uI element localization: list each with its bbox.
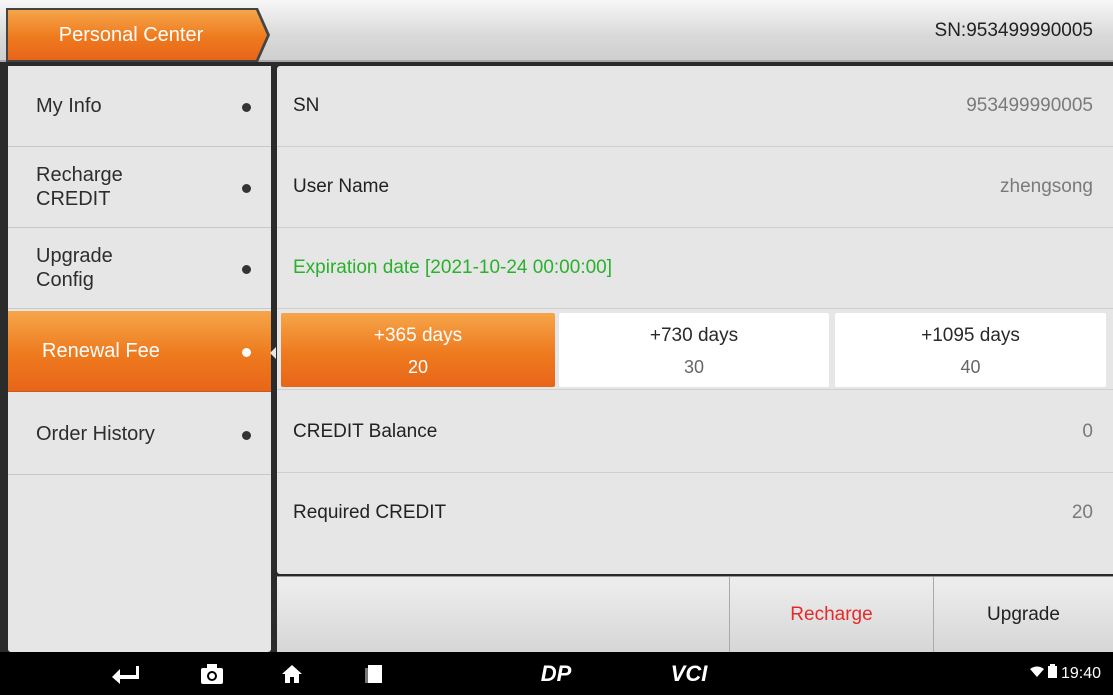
action-bar: Recharge Upgrade (277, 576, 1113, 653)
title-bar: Personal Center SN:953499990005 (0, 0, 1113, 62)
renewal-option-1095[interactable]: +1095 days 40 (835, 313, 1106, 387)
username-value: zhengsong (1000, 176, 1093, 197)
page-title: Personal Center (58, 24, 204, 46)
sn-value: 953499990005 (966, 95, 1093, 116)
clock: 19:40 (1060, 664, 1101, 682)
option-days: +730 days (649, 325, 739, 346)
option-days: +365 days (373, 325, 463, 346)
sidebar-item-my-info[interactable]: My Info (8, 66, 271, 147)
sidebar-item-label: Recharge CREDIT (36, 164, 123, 210)
sidebar-item-label: My Info (36, 95, 102, 117)
option-credit: 20 (407, 357, 429, 377)
credit-balance-row: CREDIT Balance 0 (277, 392, 1113, 473)
option-credit: 30 (683, 357, 705, 377)
back-icon[interactable] (100, 652, 150, 695)
option-days: +1095 days (921, 325, 1020, 346)
required-credit-value: 20 (1071, 502, 1093, 523)
home-icon[interactable] (272, 652, 312, 695)
expiration-row: Expiration date [2021-10-24 00:00:00] (277, 228, 1113, 309)
sidebar-item-renewal-fee[interactable]: Renewal Fee (8, 311, 271, 392)
sidebar-item-upgrade-config[interactable]: Upgrade Config (8, 228, 271, 309)
sidebar-item-label: Renewal Fee (42, 340, 160, 362)
renewal-option-730[interactable]: +730 days 30 (559, 313, 829, 387)
recharge-button[interactable]: Recharge (729, 577, 933, 653)
system-nav-bar: DP VCI 19:40 (0, 652, 1113, 695)
sn-label: SN (293, 95, 320, 116)
camera-icon[interactable] (192, 652, 232, 695)
active-pointer-icon (270, 347, 276, 359)
option-credit: 40 (960, 357, 981, 377)
sidebar-item-recharge-credit[interactable]: Recharge CREDIT (8, 147, 271, 228)
sidebar-item-order-history[interactable]: Order History (8, 394, 271, 475)
main-panel: SN 953499990005 User Name zhengsong Expi… (277, 66, 1113, 574)
sn-row: SN 953499990005 (277, 66, 1113, 147)
upgrade-button[interactable]: Upgrade (933, 577, 1113, 653)
sidebar-item-label: Upgrade Config (36, 245, 113, 291)
wifi-icon (1029, 665, 1044, 683)
bullet-icon (242, 265, 251, 274)
credit-balance-label: CREDIT Balance (293, 421, 438, 442)
status-area: 19:40 (1029, 652, 1101, 695)
credit-balance-value: 0 (1082, 421, 1093, 442)
sidebar: My Info Recharge CREDIT Upgrade Config R… (8, 66, 271, 652)
renewal-options: +365 days 20 +730 days 30 +1095 days 40 (277, 311, 1113, 390)
bullet-icon (242, 348, 251, 357)
renewal-option-365[interactable]: +365 days 20 (281, 313, 555, 387)
battery-icon (1047, 664, 1057, 683)
username-label: User Name (293, 176, 390, 197)
bullet-icon (242, 184, 251, 193)
bullet-icon (242, 103, 251, 112)
required-credit-label: Required CREDIT (293, 502, 447, 523)
required-credit-row: Required CREDIT 20 (277, 473, 1113, 554)
sidebar-item-label: Order History (36, 423, 155, 445)
header-serial-number: SN:953499990005 (934, 20, 1093, 41)
vci-icon[interactable]: VCI (664, 652, 714, 695)
recent-apps-icon[interactable] (354, 652, 394, 695)
username-row: User Name zhengsong (277, 147, 1113, 228)
title-tab: Personal Center (0, 0, 272, 62)
expiration-date: Expiration date [2021-10-24 00:00:00] (293, 257, 613, 278)
bullet-icon (242, 431, 251, 440)
dp-logo-icon[interactable]: DP (528, 652, 584, 695)
